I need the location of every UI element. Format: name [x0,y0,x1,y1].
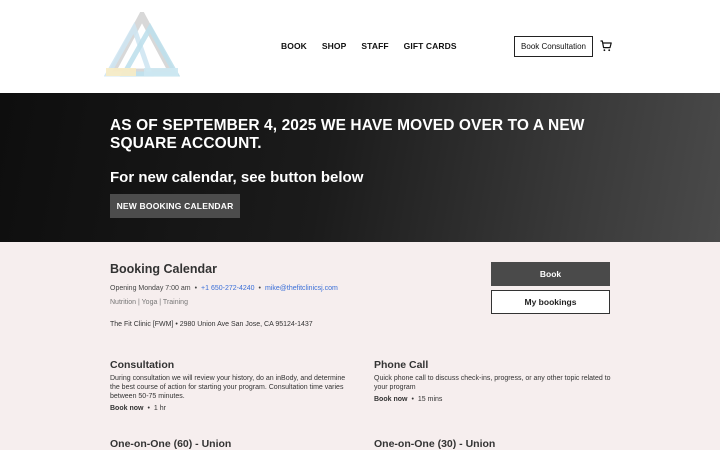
service-footer: Book now • 1 hr [110,405,166,412]
business-categories: Nutrition | Yoga | Training [110,299,188,306]
nav-shop[interactable]: SHOP [322,41,347,51]
phone-link[interactable]: +1 650-272-4240 [201,285,255,292]
new-booking-calendar-button[interactable]: NEW BOOKING CALENDAR [110,194,240,218]
service-one-on-one-60[interactable]: One-on-One (60) - Union [110,438,350,450]
service-duration: 1 hr [153,405,166,412]
business-contact-line: Opening Monday 7:00 am • +1 650-272-4240 • m… [110,285,338,292]
nav-gift-cards[interactable]: GIFT CARDS [404,41,457,51]
site-header: BOOK SHOP STAFF GIFT CARDS Book Consulta… [0,0,720,93]
booking-title: Booking Calendar [110,262,217,276]
book-now-link[interactable]: Book now [374,396,407,403]
book-button[interactable]: Book [491,262,610,286]
hero-title: AS OF SEPTEMBER 4, 2025 WE HAVE MOVED OV… [110,117,585,152]
service-name: One-on-One (60) - Union [110,438,232,450]
book-consultation-button[interactable]: Book Consultation [514,36,593,57]
service-footer: Book now • 15 mins [374,396,443,403]
nav-staff[interactable]: STAFF [361,41,388,51]
business-address: The Fit Clinic [FWM] • 2980 Union Ave Sa… [110,321,313,328]
triangle-logo-icon[interactable] [104,12,180,78]
opening-hours: Opening Monday 7:00 am [110,285,191,292]
cart-icon[interactable] [600,40,612,52]
announcement-hero: AS OF SEPTEMBER 4, 2025 WE HAVE MOVED OV… [0,93,720,242]
service-description: Quick phone call to discuss check-ins, p… [374,375,611,391]
service-duration: 15 mins [417,396,443,403]
book-now-link[interactable]: Book now [110,405,143,412]
hero-subtitle: For new calendar, see button below [110,169,364,186]
service-name: Phone Call [374,359,429,371]
main-nav: BOOK SHOP STAFF GIFT CARDS [281,41,457,51]
service-phone-call[interactable]: Phone Call Quick phone call to discuss c… [374,359,614,403]
email-link[interactable]: mike@thefitclinicsj.com [265,285,338,292]
service-description: During consultation we will review your … [110,375,346,400]
service-name: One-on-One (30) - Union [374,438,496,450]
nav-book[interactable]: BOOK [281,41,307,51]
my-bookings-button[interactable]: My bookings [491,290,610,314]
service-name: Consultation [110,359,175,371]
service-one-on-one-30[interactable]: One-on-One (30) - Union [374,438,614,450]
service-consultation[interactable]: Consultation During consultation we will… [110,359,350,412]
